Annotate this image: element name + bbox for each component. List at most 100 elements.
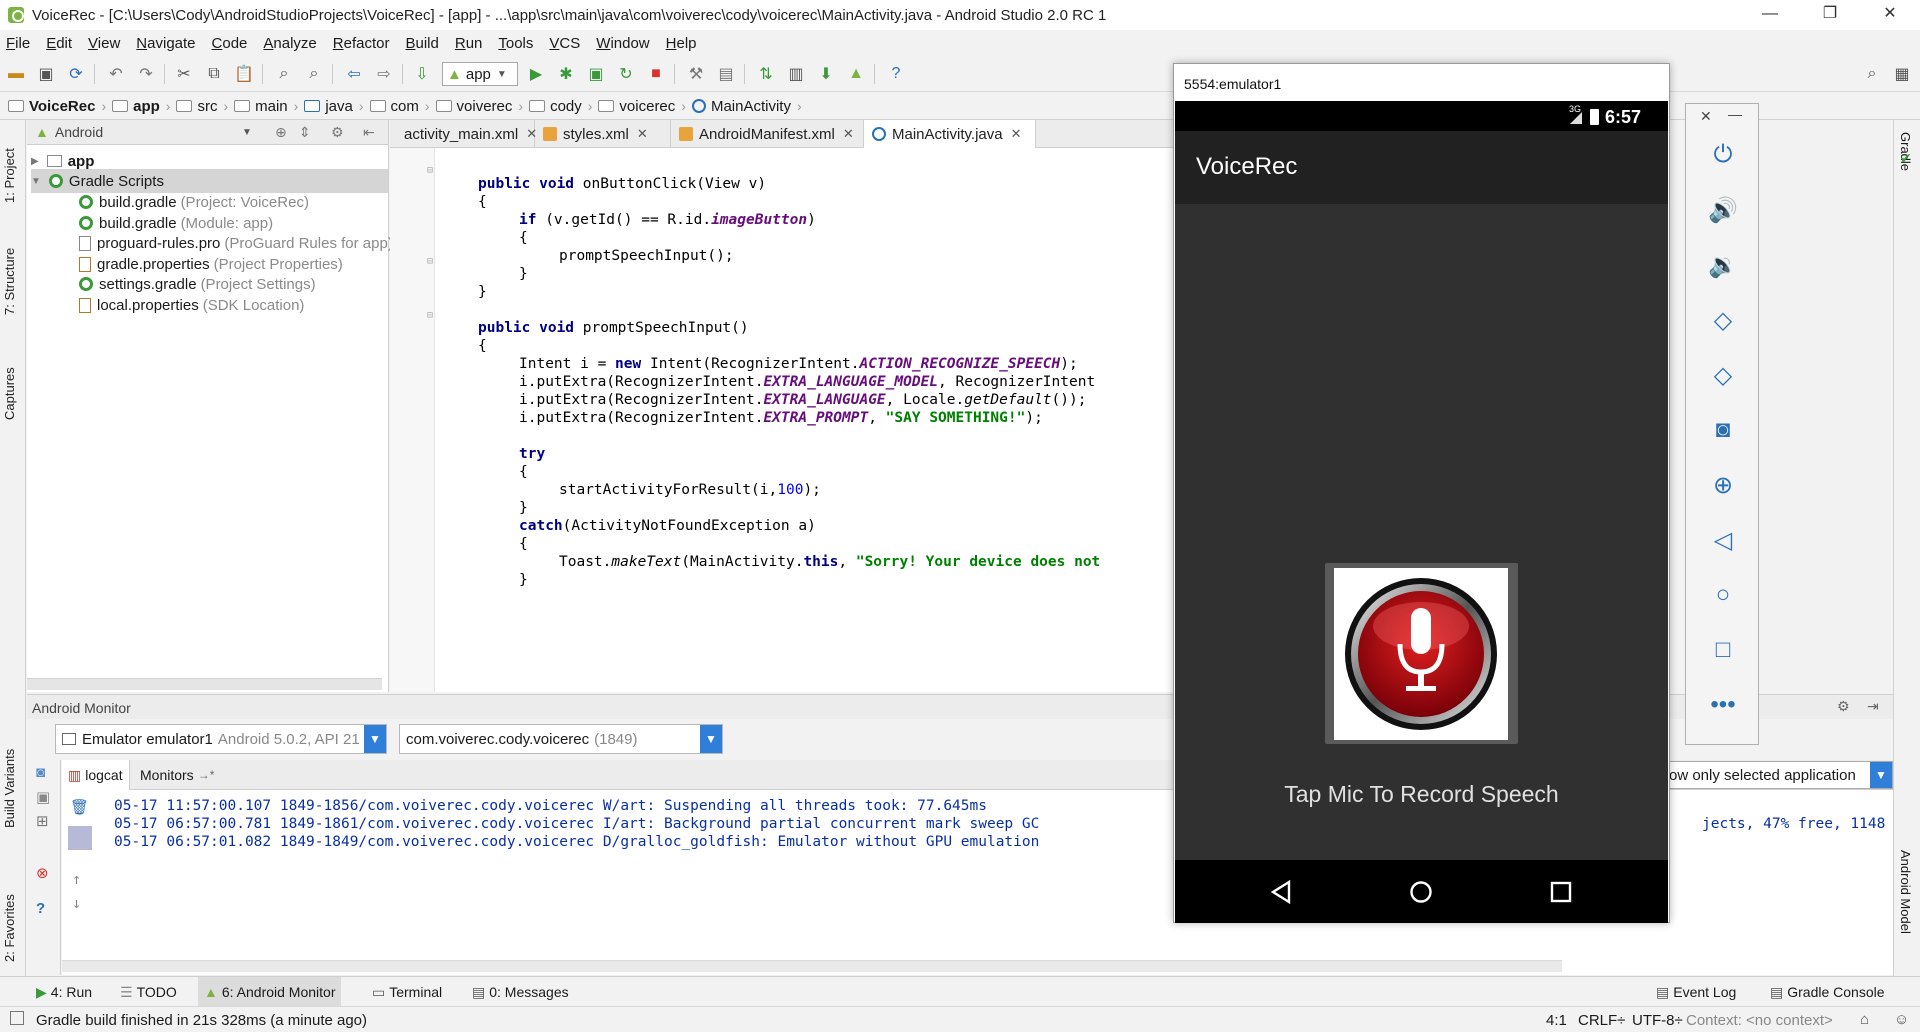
tool-tab-android-model[interactable]: Android Model	[1898, 850, 1913, 934]
tool-tab-event-log[interactable]: ▤ Event Log	[1650, 977, 1742, 1007]
tool-tab-build-variants[interactable]: Build Variants	[2, 738, 17, 828]
tool-tab-run[interactable]: ▶ 4: Run	[30, 977, 98, 1007]
menu-run[interactable]: Run	[455, 35, 483, 52]
home-nav-icon[interactable]	[1409, 880, 1433, 904]
fold-marker-icon[interactable]: ⊟	[427, 165, 433, 176]
search-everywhere-icon[interactable]: ⌕	[1862, 64, 1882, 84]
layout-icon[interactable]: ▦	[1892, 64, 1912, 84]
help-icon[interactable]: ?	[886, 64, 906, 84]
menu-navigate[interactable]: Navigate	[136, 35, 195, 52]
hide-panel-icon[interactable]: ⇥	[1867, 698, 1879, 715]
run-icon[interactable]: ▶	[526, 64, 546, 84]
tab-android-manifest[interactable]: AndroidManifest.xml ✕	[671, 120, 864, 148]
recents-nav-icon[interactable]	[1549, 880, 1573, 904]
menu-code[interactable]: Code	[212, 35, 248, 52]
debug-icon[interactable]: ✱	[556, 64, 576, 84]
settings-gear-icon[interactable]: ⚙	[1837, 698, 1850, 715]
more-options-icon[interactable]: •••	[1706, 690, 1740, 720]
restore-button[interactable]: ❐	[1800, 0, 1860, 30]
tab-main-activity-java[interactable]: MainActivity.java ✕	[864, 120, 1036, 148]
tool-tab-terminal[interactable]: ▭ Terminal	[366, 977, 448, 1007]
sdk-download-icon[interactable]: ⬇	[816, 64, 836, 84]
breadcrumb-item[interactable]: MainActivity ›	[691, 98, 802, 115]
close-tab-icon[interactable]: ✕	[637, 126, 648, 142]
open-folder-icon[interactable]: ▬	[6, 64, 26, 84]
scroll-down-icon[interactable]: ↓	[72, 894, 81, 912]
tab-logcat[interactable]: ▥ logcat	[62, 760, 130, 790]
menu-analyze[interactable]: Analyze	[263, 35, 316, 52]
save-icon[interactable]: ▣	[36, 64, 56, 84]
tool-tab-gradle-console[interactable]: ▤ Gradle Console	[1764, 977, 1891, 1007]
overview-icon[interactable]: □	[1706, 635, 1740, 665]
inspector-icon[interactable]: ☺	[1894, 1011, 1909, 1028]
tool-tab-android-monitor[interactable]: ▲ 6: Android Monitor	[198, 977, 342, 1007]
menu-file[interactable]: File	[6, 35, 30, 52]
tool-tab-favorites[interactable]: 2: Favorites	[2, 872, 17, 962]
run-config-select[interactable]: ▲ app ▼	[442, 62, 518, 86]
breadcrumb-item[interactable]: cody ›	[529, 98, 592, 115]
menu-help[interactable]: Help	[666, 35, 697, 52]
emulator-title[interactable]: 5554:emulator1	[1174, 64, 1669, 100]
back-icon[interactable]: ⇦	[344, 64, 364, 84]
breadcrumb-item[interactable]: voiverec ›	[435, 98, 523, 115]
project-view-select[interactable]: Android	[55, 124, 103, 140]
tool-tab-captures[interactable]: Captures	[2, 350, 17, 420]
sdk-manager-icon[interactable]: ▤	[716, 64, 736, 84]
breadcrumb-item[interactable]: app ›	[112, 98, 170, 115]
close-tab-icon[interactable]: ✕	[843, 126, 854, 142]
horizontal-scrollbar[interactable]	[62, 960, 1562, 972]
minimize-emulator-icon[interactable]: —	[1728, 106, 1742, 122]
caret-position[interactable]: 4:1	[1546, 1012, 1567, 1029]
back-nav-icon[interactable]	[1269, 880, 1293, 904]
close-tab-icon[interactable]: ✕	[1011, 126, 1022, 142]
redo-icon[interactable]: ↷	[136, 64, 156, 84]
process-select[interactable]: com.voiverec.cody.voicerec (1849) ▼	[399, 724, 723, 754]
power-icon[interactable]: ⏻	[1706, 140, 1740, 170]
line-separator[interactable]: CRLF÷	[1578, 1012, 1625, 1029]
attach-debugger-icon[interactable]: ▣	[586, 64, 606, 84]
device-select[interactable]: Emulator emulator1 Android 5.0.2, API 21…	[55, 724, 387, 754]
screenshot-icon[interactable]: ◙	[36, 764, 45, 781]
menu-vcs[interactable]: VCS	[549, 35, 580, 52]
tool-tab-messages[interactable]: ▤ 0: Messages	[466, 977, 575, 1007]
tab-monitors[interactable]: Monitors →*	[134, 760, 220, 790]
camera-icon[interactable]: ◙	[1706, 415, 1740, 445]
breadcrumb-item[interactable]: VoiceRec ›	[8, 98, 106, 115]
tool-tab-project[interactable]: 1: Project	[2, 128, 17, 203]
find-icon[interactable]: ⌕	[274, 64, 294, 84]
horizontal-scrollbar[interactable]	[27, 678, 382, 690]
fold-marker-icon[interactable]: ⊟	[427, 256, 433, 267]
menu-edit[interactable]: Edit	[46, 35, 72, 52]
zoom-icon[interactable]: ⊕	[1706, 470, 1740, 500]
back-icon[interactable]: ◁	[1706, 525, 1740, 555]
make-project-icon[interactable]: ⇩	[412, 64, 432, 84]
clear-logcat-icon[interactable]: 🗑	[70, 798, 89, 816]
soft-wrap-icon[interactable]	[68, 826, 92, 850]
rotate-right-icon[interactable]: ◇	[1706, 360, 1740, 390]
tool-windows-icon[interactable]	[10, 1011, 24, 1025]
scroll-up-icon[interactable]: ↑	[72, 870, 81, 888]
menu-build[interactable]: Build	[405, 35, 438, 52]
logcat-filter-select[interactable]: ow only selected application ▼	[1662, 761, 1893, 789]
volume-up-icon[interactable]: 🔊	[1706, 195, 1740, 225]
tab-styles-xml[interactable]: styles.xml ✕	[535, 120, 671, 148]
breadcrumb-item[interactable]: com ›	[369, 98, 430, 115]
screen-record-icon[interactable]: ▣	[36, 788, 50, 806]
hide-panel-icon[interactable]: ⇤	[363, 124, 375, 141]
undo-icon[interactable]: ↶	[106, 64, 126, 84]
forward-icon[interactable]: ⇨	[374, 64, 394, 84]
project-structure-icon[interactable]: ⚒	[686, 64, 706, 84]
replace-icon[interactable]: ⌕	[304, 64, 324, 84]
paste-icon[interactable]: 📋	[234, 64, 254, 84]
tree-item-local-properties[interactable]: local.properties (SDK Location)	[79, 293, 304, 317]
apply-changes-icon[interactable]: ↻	[616, 64, 636, 84]
breadcrumb-item[interactable]: voicerec ›	[598, 98, 686, 115]
home-icon[interactable]: ○	[1706, 580, 1740, 610]
cut-icon[interactable]: ✂	[174, 64, 194, 84]
device-screen[interactable]: 3G 6:57 VoiceRec Tap Mic To Record Speec…	[1175, 101, 1668, 923]
breadcrumb-item[interactable]: java ›	[304, 98, 364, 115]
sync-icon[interactable]: ⟳	[66, 64, 86, 84]
menu-tools[interactable]: Tools	[498, 35, 533, 52]
volume-down-icon[interactable]: 🔉	[1706, 250, 1740, 280]
tool-tab-structure[interactable]: 7: Structure	[2, 230, 17, 315]
